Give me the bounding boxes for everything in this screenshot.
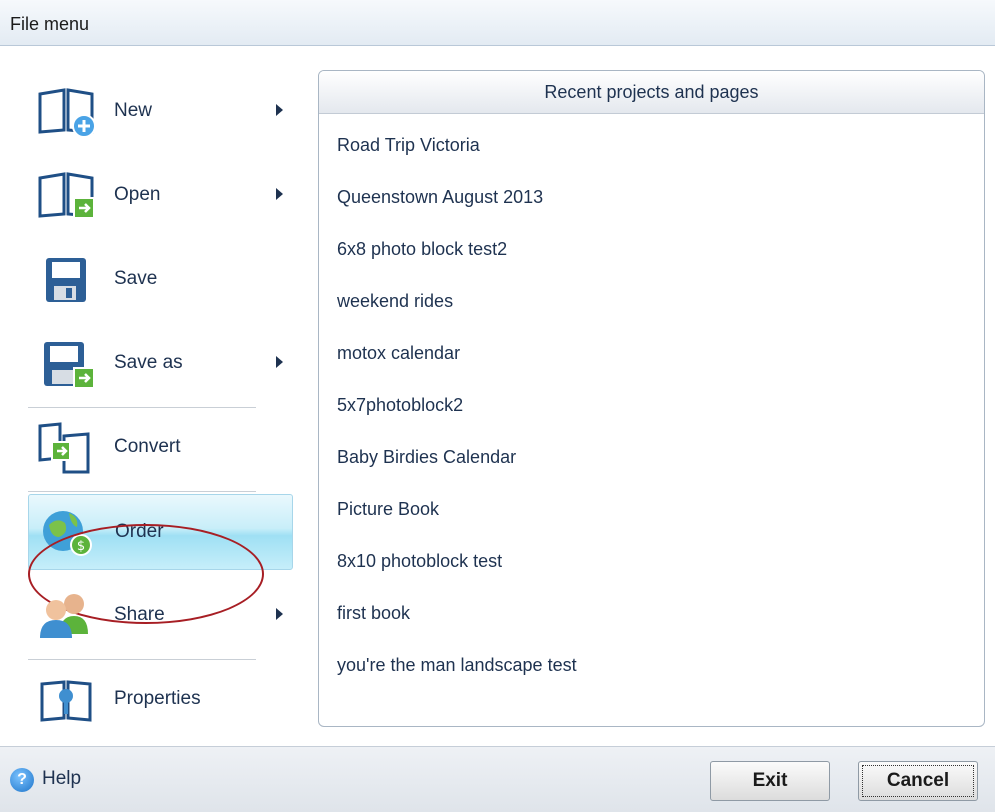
submenu-arrow-icon [276, 608, 283, 620]
menu-item-label: Save [114, 268, 158, 289]
exit-button[interactable]: Exit [710, 761, 830, 801]
help-icon[interactable]: ? [10, 768, 34, 792]
recent-item[interactable]: 5x7photoblock2 [337, 395, 463, 416]
menu-item-save[interactable]: Save [28, 242, 293, 320]
menu-divider [28, 659, 256, 660]
recent-item[interactable]: first book [337, 603, 410, 624]
menu-item-label: Order [115, 521, 164, 542]
recent-item[interactable]: Picture Book [337, 499, 439, 520]
properties-icon [40, 680, 92, 722]
menu-divider [28, 491, 256, 492]
title-bar: File menu [0, 0, 995, 46]
menu-item-share[interactable]: Share [28, 578, 293, 656]
menu-item-new[interactable]: New [28, 74, 293, 152]
menu-item-label: Share [114, 604, 165, 625]
svg-text:$: $ [77, 539, 85, 554]
bottom-bar: ? Help Exit Cancel [0, 746, 995, 812]
menu-item-label: Save as [114, 352, 183, 373]
cancel-button[interactable]: Cancel [858, 761, 978, 801]
menu-item-label: Properties [114, 688, 201, 709]
menu-item-properties[interactable]: Properties [28, 662, 293, 740]
recent-item[interactable]: you're the man landscape test [337, 655, 577, 676]
menu-item-label: Open [114, 184, 161, 205]
recent-item[interactable]: Road Trip Victoria [337, 135, 480, 156]
menu-item-convert[interactable]: Convert [28, 410, 293, 488]
help-link[interactable]: Help [42, 768, 81, 790]
menu-item-label: New [114, 100, 153, 121]
recent-item[interactable]: motox calendar [337, 343, 460, 364]
save-as-disk-icon [44, 342, 95, 389]
globe-order-icon: $ [43, 511, 92, 556]
recent-item[interactable]: 8x10 photoblock test [337, 551, 502, 572]
recent-projects-header: Recent projects and pages [319, 71, 984, 114]
menu-item-order[interactable]: $ Order [28, 494, 293, 570]
recent-item[interactable]: Baby Birdies Calendar [337, 447, 516, 468]
open-book-icon [38, 172, 95, 219]
menu-item-label: Convert [114, 436, 181, 457]
new-book-icon [38, 88, 96, 138]
window-title: File menu [10, 14, 90, 34]
submenu-arrow-icon [276, 356, 283, 368]
recent-item[interactable]: 6x8 photo block test2 [337, 239, 507, 260]
convert-book-icon [38, 422, 90, 474]
file-menu-window: New Open Save Save as Convert $ Order Sh… [0, 46, 995, 746]
recent-projects-panel: Recent projects and pages Road Trip Vict… [318, 70, 985, 727]
menu-item-open[interactable]: Open [28, 158, 293, 236]
submenu-arrow-icon [276, 188, 283, 200]
menu-item-save-as[interactable]: Save as [28, 326, 293, 404]
menu-divider [28, 407, 256, 408]
save-disk-icon [46, 258, 86, 302]
recent-item[interactable]: weekend rides [337, 291, 453, 312]
people-share-icon [40, 594, 88, 638]
submenu-arrow-icon [276, 104, 283, 116]
recent-item[interactable]: Queenstown August 2013 [337, 187, 543, 208]
